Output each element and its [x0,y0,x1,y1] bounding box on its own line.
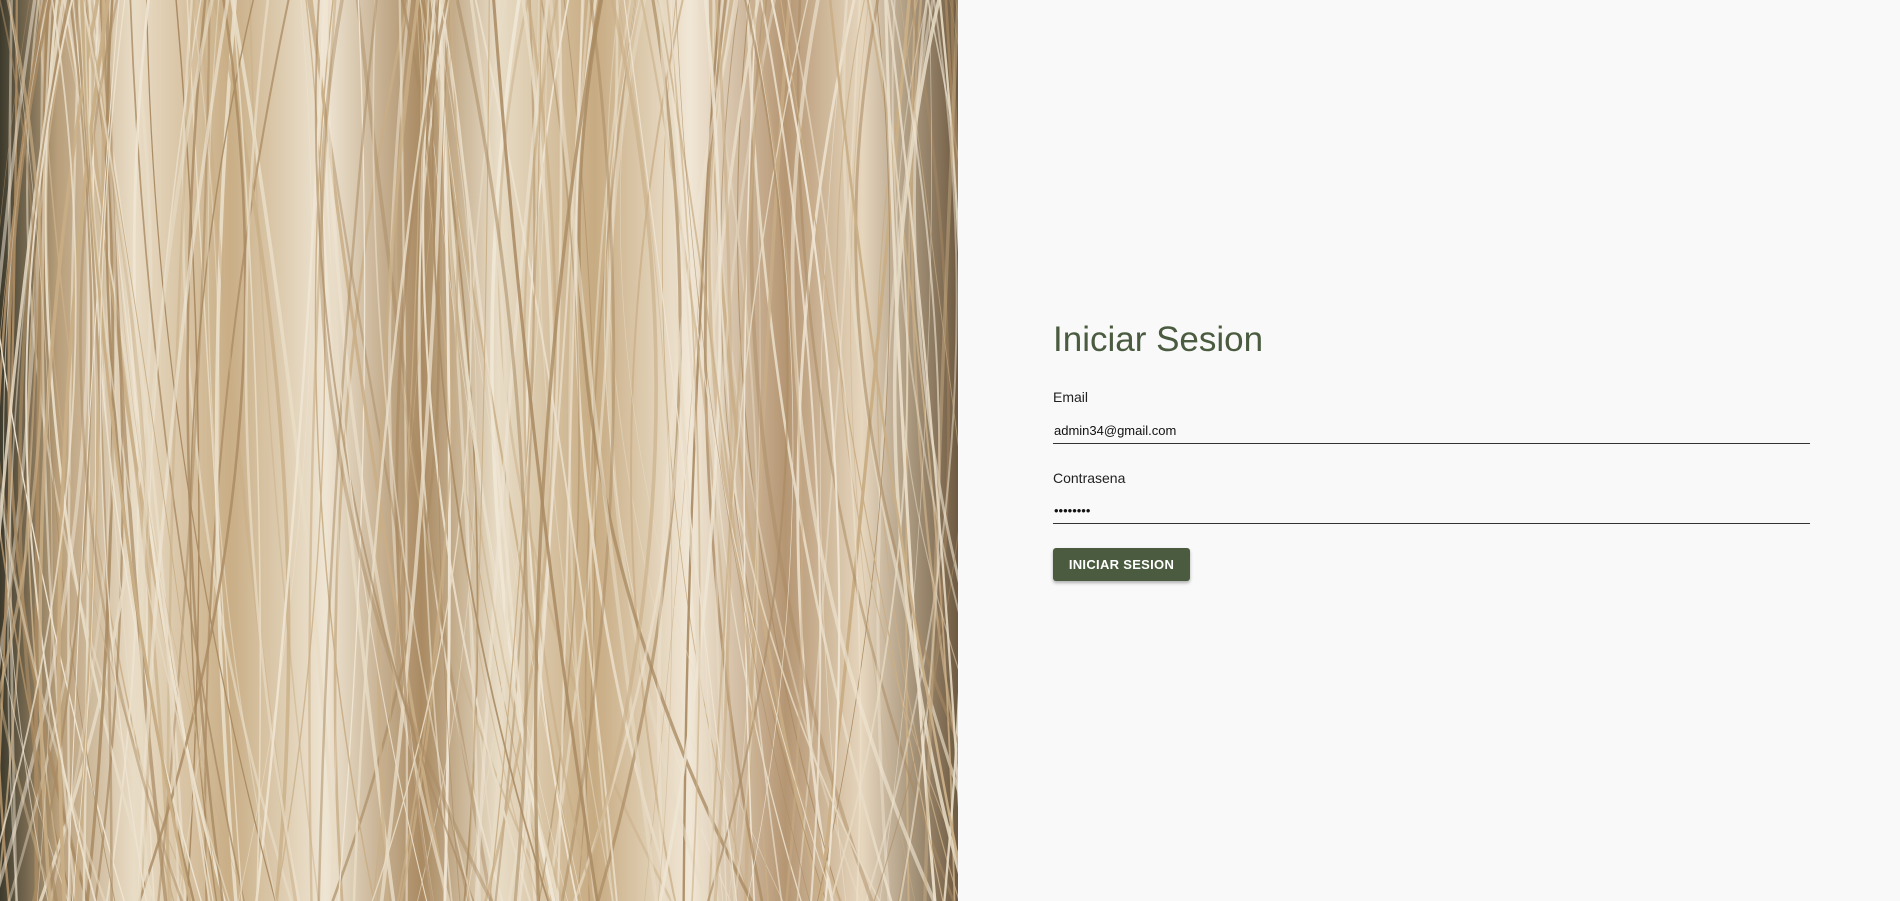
login-button[interactable]: INICIAR SESION [1053,548,1190,581]
login-page: Iniciar Sesion Email Contrasena INICIAR … [0,0,1900,901]
page-title: Iniciar Sesion [1053,320,1264,359]
password-field[interactable] [1053,497,1810,524]
login-panel: Iniciar Sesion Email Contrasena INICIAR … [958,0,1900,901]
email-field[interactable] [1053,417,1810,444]
password-label: Contrasena [1053,470,1126,486]
email-label: Email [1053,389,1089,405]
fiber-texture-image [0,0,958,901]
hero-fiber-image [0,0,958,901]
